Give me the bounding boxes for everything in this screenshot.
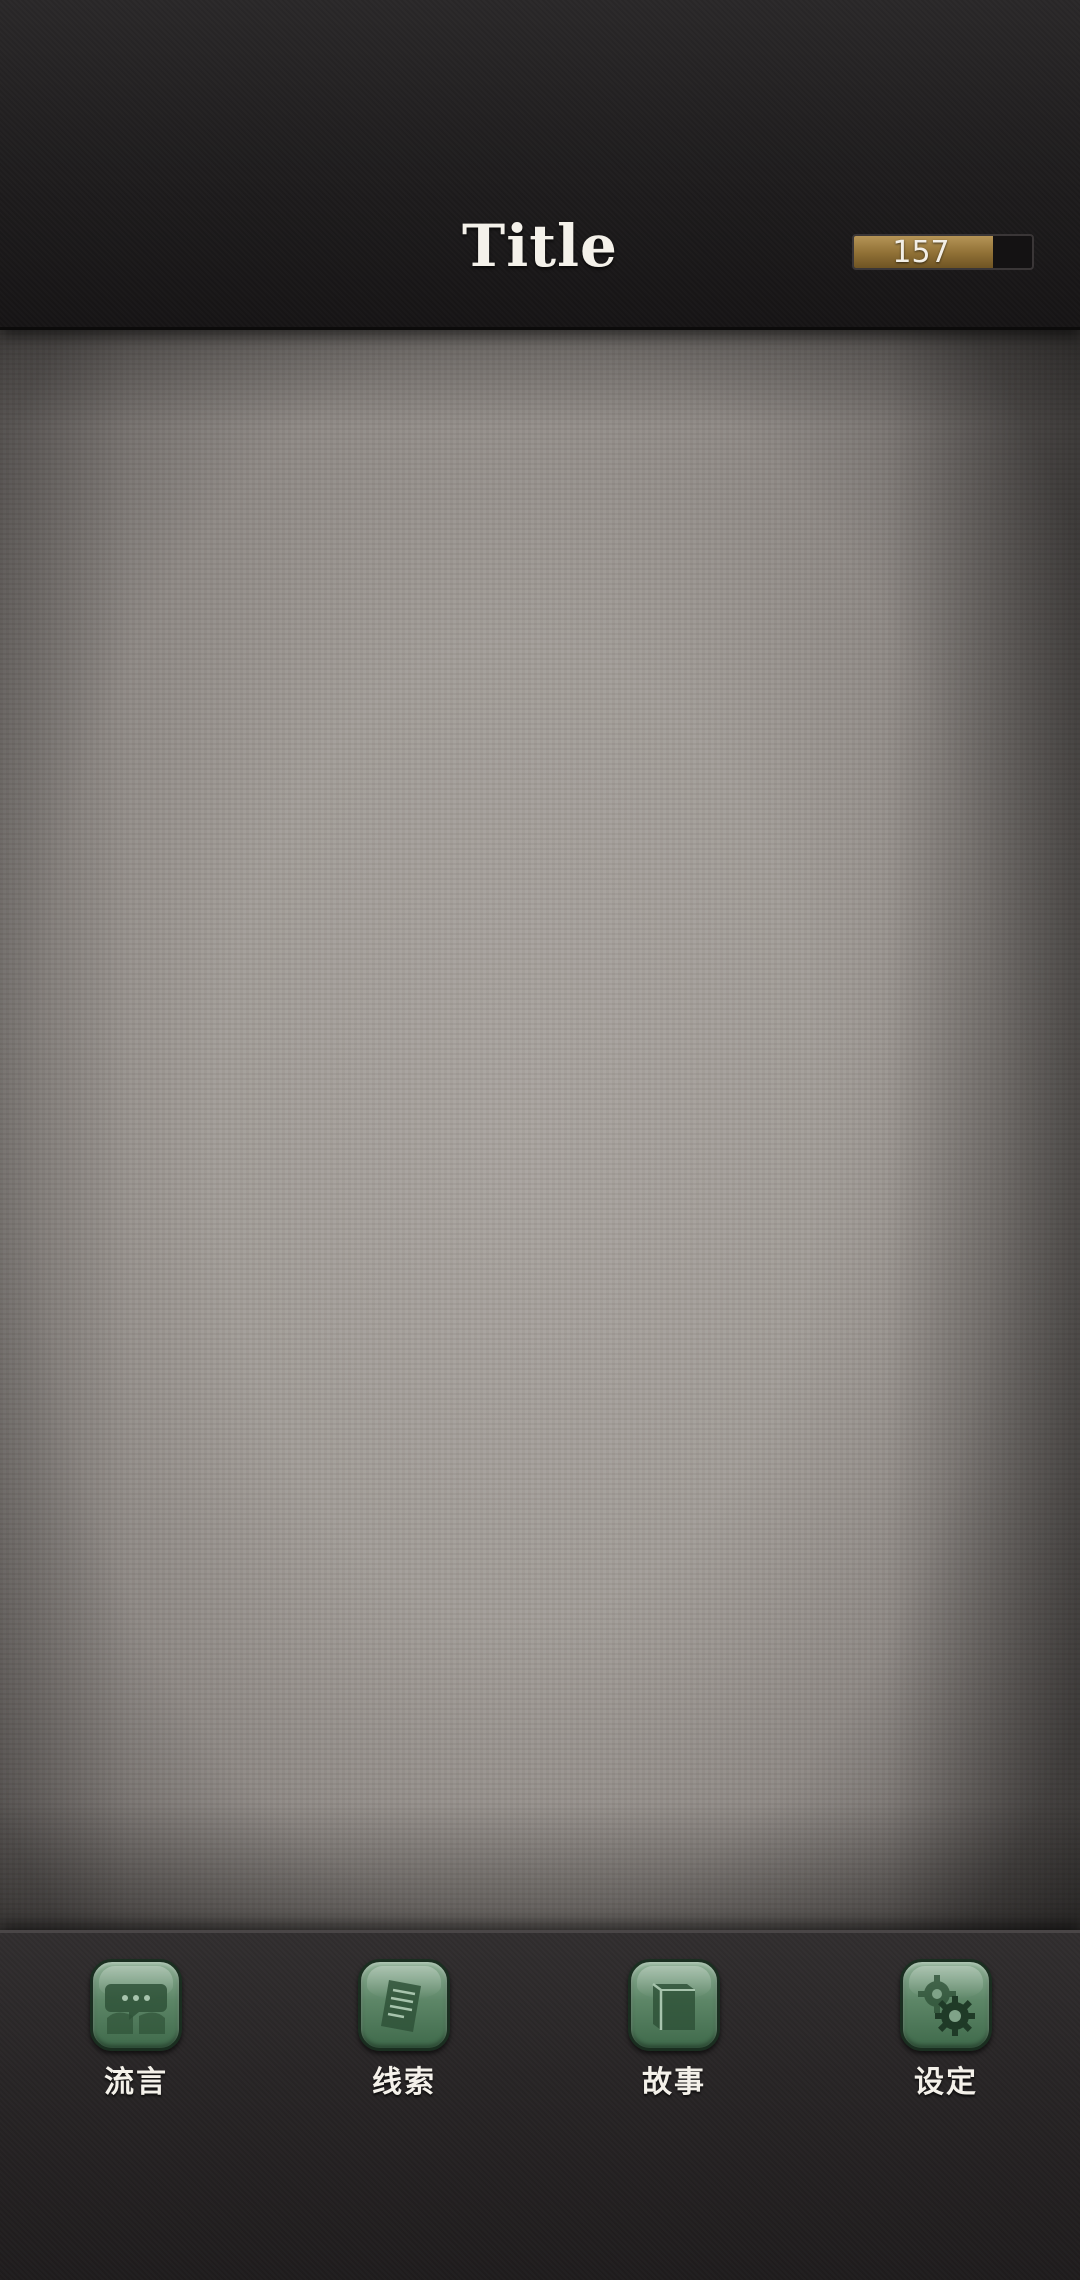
nav-item-clues[interactable]: 线索 xyxy=(329,1959,479,2109)
nav-item-rumors[interactable]: 流言 xyxy=(61,1959,211,2109)
speech-bubbles-icon xyxy=(90,1959,182,2051)
book-icon xyxy=(628,1959,720,2051)
nav-item-story[interactable]: 故事 xyxy=(599,1959,749,2109)
nav-label-settings: 设定 xyxy=(914,2065,978,2100)
top-bar: Title 157 xyxy=(0,0,1080,330)
counter-value: 157 xyxy=(892,234,950,270)
parchment-content-area xyxy=(0,330,1080,1930)
bottom-navigation: 流言 线索 故事 设定 xyxy=(0,1930,1080,2280)
nav-item-settings[interactable]: 设定 xyxy=(871,1959,1021,2109)
document-icon xyxy=(358,1959,450,2051)
gears-icon xyxy=(900,1959,992,2051)
nav-label-story: 故事 xyxy=(642,2065,706,2100)
nav-label-clues: 线索 xyxy=(372,2065,436,2100)
counter-bar: 157 xyxy=(852,234,1034,270)
nav-label-rumors: 流言 xyxy=(104,2065,168,2100)
